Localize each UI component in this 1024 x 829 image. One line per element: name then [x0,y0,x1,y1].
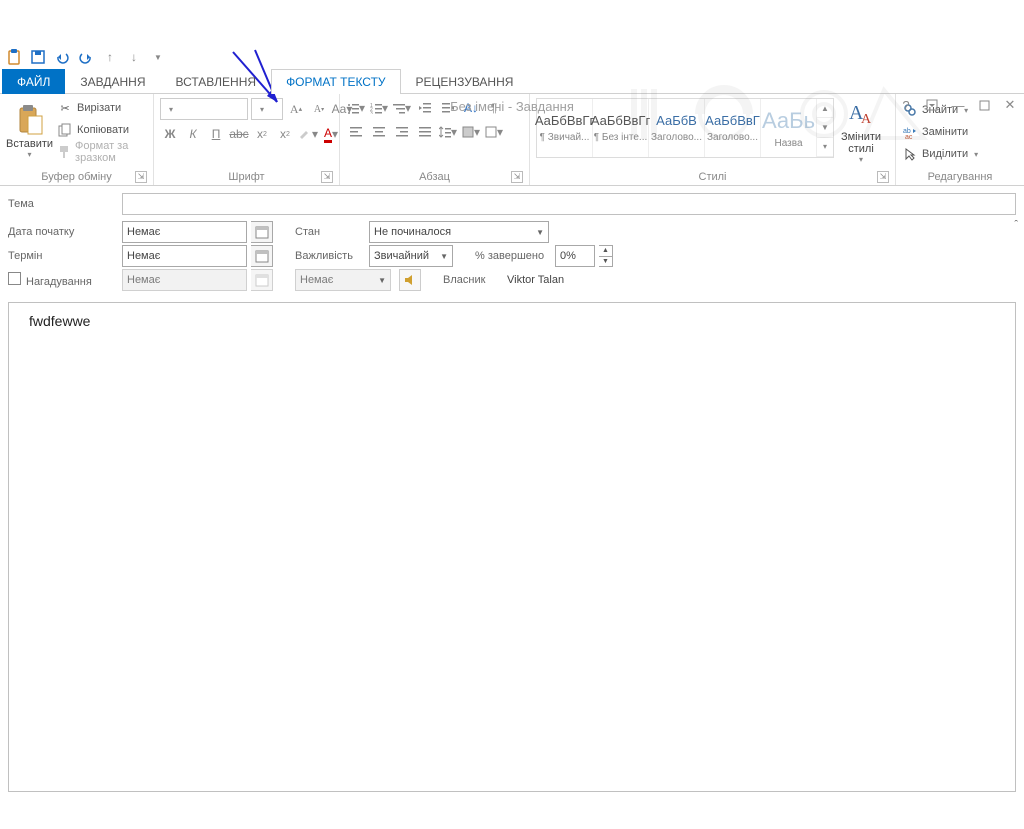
percent-spinner[interactable]: ▲▼ [599,245,613,267]
save-icon[interactable] [30,49,46,65]
tab-task[interactable]: ЗАВДАННЯ [65,69,160,94]
copy-button[interactable]: Копіювати [57,120,147,140]
state-label: Стан [295,226,365,238]
up-arrow-icon[interactable]: ↑ [102,49,118,65]
tab-format-text[interactable]: ФОРМАТ ТЕКСТУ [271,69,400,94]
line-spacing-icon[interactable]: ▾ [438,122,458,142]
replace-icon: abac [902,124,918,140]
italic-icon[interactable]: К [183,124,203,144]
reminder-checkbox[interactable] [8,272,21,285]
group-clipboard-label: Буфер обміну⇲ [6,171,147,185]
paste-label: Вставити [6,138,53,150]
collapse-ribbon-icon[interactable]: ˆ [1014,219,1018,231]
reminder-sound-button[interactable] [399,269,421,291]
ribbon-options-icon[interactable] [924,97,940,113]
align-center-icon[interactable] [369,122,389,142]
highlight-icon[interactable]: ▾ [298,124,318,144]
reminder-date-combo: Немає [122,269,247,291]
due-date-label: Термін [8,250,118,262]
clipboard-launcher[interactable]: ⇲ [135,171,147,183]
paragraph-launcher[interactable]: ⇲ [511,171,523,183]
percent-label: % завершено [475,250,551,262]
close-icon[interactable]: ✕ [1002,97,1018,113]
shading-icon[interactable]: ▾ [461,122,481,142]
superscript-icon[interactable]: x2 [275,124,295,144]
start-date-combo[interactable]: Немає [122,221,247,243]
tab-insert[interactable]: ВСТАВЛЕННЯ [161,69,272,94]
styles-launcher[interactable]: ⇲ [877,171,889,183]
priority-combo[interactable]: Звичайний▼ [369,245,453,267]
select-icon [902,146,918,162]
due-date-combo[interactable]: Немає [122,245,247,267]
owner-label: Власник [443,274,499,286]
gallery-down-icon[interactable]: ▼ [817,118,833,137]
due-date-calendar-icon[interactable] [251,245,273,267]
align-right-icon[interactable] [392,122,412,142]
reminder-label[interactable]: Нагадування [8,272,118,288]
window-title: Без імені - Завдання [0,99,1024,114]
clipboard-icon[interactable] [6,49,22,65]
percent-complete-input[interactable]: 0% [555,245,595,267]
group-styles-label: Стилі⇲ [536,171,889,185]
start-date-label: Дата початку [8,226,118,238]
redo-icon[interactable] [78,49,94,65]
copy-icon [57,122,73,138]
maximize-icon[interactable] [976,97,992,113]
bold-icon[interactable]: Ж [160,124,180,144]
group-font-label: Шрифт⇲ [160,171,333,185]
owner-value: Viktor Talan [507,274,564,286]
align-left-icon[interactable] [346,122,366,142]
font-color-icon[interactable]: A▾ [321,124,341,144]
down-arrow-icon[interactable]: ↓ [126,49,142,65]
justify-icon[interactable] [415,122,435,142]
underline-icon[interactable]: П [206,124,226,144]
priority-label: Важливість [295,250,365,262]
subscript-icon[interactable]: x2 [252,124,272,144]
gallery-more-icon[interactable]: ▾ [817,138,833,157]
svg-text:ac: ac [905,134,913,139]
format-painter-button[interactable]: Формат за зразком [57,142,147,162]
select-button[interactable]: Виділити▾ [902,144,978,164]
ribbon-tabs: ФАЙЛ ЗАВДАННЯ ВСТАВЛЕННЯ ФОРМАТ ТЕКСТУ Р… [0,68,1024,94]
start-date-calendar-icon[interactable] [251,221,273,243]
spin-up-icon[interactable]: ▲ [599,246,612,257]
svg-text:A: A [861,112,872,127]
strikethrough-icon[interactable]: abc [229,124,249,144]
task-body-editor[interactable]: fwdfewwe [8,302,1016,792]
undo-icon[interactable] [54,49,70,65]
group-paragraph-label: Абзац⇲ [346,171,523,185]
quick-access-toolbar: ↑ ↓ ▼ [0,44,1024,68]
minimize-icon[interactable]: — [950,97,966,113]
group-editing-label: Редагування [902,171,1018,185]
brush-icon [57,144,71,160]
replace-button[interactable]: abacЗамінити [902,122,968,142]
tab-file[interactable]: ФАЙЛ [2,69,65,94]
qat-customize-icon[interactable]: ▼ [150,49,166,65]
subject-label: Тема [8,198,118,210]
font-launcher[interactable]: ⇲ [321,171,333,183]
tab-review[interactable]: РЕЦЕНЗУВАННЯ [401,69,529,94]
borders-icon[interactable]: ▾ [484,122,504,142]
reminder-time-combo: Немає▼ [295,269,391,291]
window-controls: ? — ✕ [898,97,1018,113]
spin-down-icon[interactable]: ▼ [599,257,612,267]
help-icon[interactable]: ? [898,97,914,113]
task-form: Тема Дата початку Немає Стан Не починало… [0,186,1024,296]
reminder-date-calendar-icon [251,269,273,291]
subject-input[interactable] [122,193,1016,215]
state-combo[interactable]: Не починалося▼ [369,221,549,243]
